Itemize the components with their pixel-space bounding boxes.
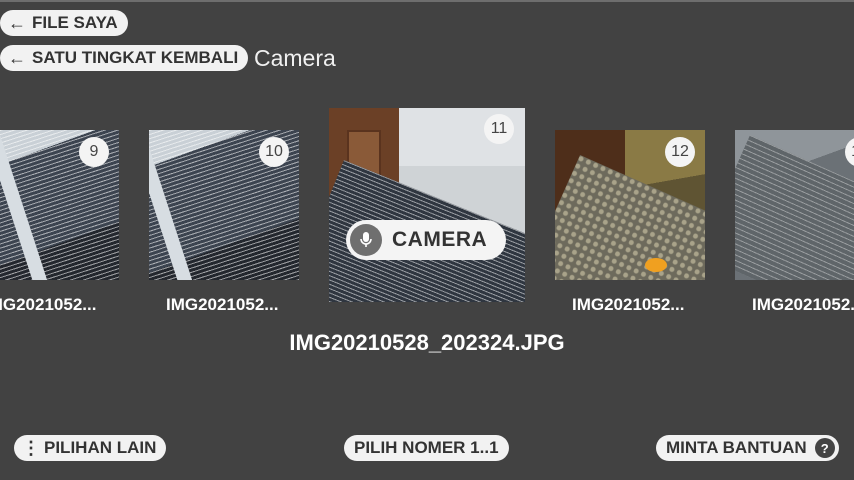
gallery-item-11[interactable]: 11 [329,108,525,302]
selected-filename: IMG20210528_202324.JPG [289,330,565,355]
question-icon: ? [814,438,835,458]
gallery-item-9[interactable]: 9 [0,130,119,280]
item-number-badge: 11 [484,114,514,144]
arrow-left-icon: ← [8,13,26,33]
pick-number-button[interactable]: PILIH NOMER 1..1 [344,435,509,461]
gallery-caption: IMG2021052... [752,295,854,314]
gallery-caption: IMG2021052... [166,295,279,314]
up-one-level-button[interactable]: ← SATU TINGKAT KEMBALI [0,45,249,71]
microphone-icon [350,224,382,256]
gallery-item-12[interactable]: 12 [555,130,705,280]
more-options-label: PILIHAN LAIN [44,438,157,457]
gallery-item-10[interactable]: 10 [149,130,299,280]
voice-command-pill[interactable]: CAMERA [346,220,506,260]
pick-number-label: PILIH NOMER 1..1 [354,438,499,457]
arrow-left-icon: ← [8,48,26,68]
gallery-caption: IMG2021052... [572,295,685,314]
top-divider [0,0,854,2]
photo-detail [645,258,667,272]
help-label: MINTA BANTUAN [666,438,807,457]
my-files-label: FILE SAYA [32,13,118,32]
folder-title: Camera [254,45,336,71]
more-options-button[interactable]: ⋮ PILIHAN LAIN [14,435,167,461]
more-vertical-icon: ⋮ [22,437,40,458]
gallery-caption: IMG2021052... [0,295,97,314]
help-button[interactable]: MINTA BANTUAN ? [656,435,839,461]
voice-command-label: CAMERA [392,228,488,251]
gallery-item-13[interactable]: 13 [735,130,854,280]
item-number-badge: 9 [79,137,109,167]
my-files-button[interactable]: ← FILE SAYA [0,10,128,36]
item-number-badge: 12 [665,137,695,167]
up-one-level-label: SATU TINGKAT KEMBALI [32,48,239,67]
item-number-badge: 10 [259,137,289,167]
